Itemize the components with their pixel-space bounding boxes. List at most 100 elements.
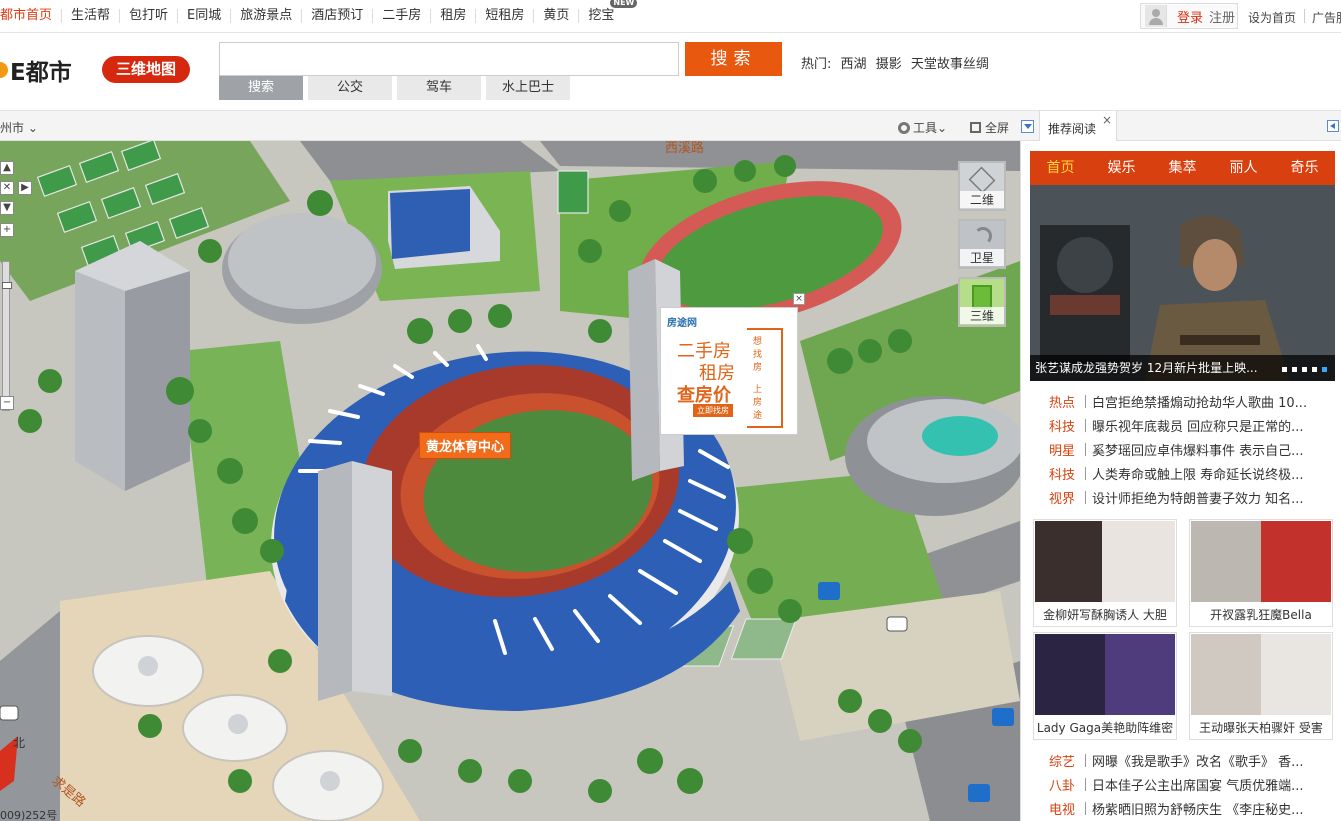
- news-title[interactable]: 杨紫晒旧照为舒畅庆生 《李庄秘史...: [1092, 799, 1304, 818]
- news-category[interactable]: 科技: [1049, 416, 1081, 435]
- tab-channel-fun[interactable]: 奇乐: [1274, 151, 1335, 185]
- fullscreen-icon: [970, 122, 981, 133]
- carousel-dot[interactable]: [1302, 367, 1307, 372]
- poi-label[interactable]: 黄龙体育中心: [419, 432, 512, 459]
- nav-item-yellow-pages[interactable]: 黄页: [534, 9, 580, 23]
- nav-item-home[interactable]: 都市首页: [0, 9, 63, 23]
- login-box: 登录 注册: [1140, 3, 1238, 29]
- photo-caption[interactable]: 金柳妍写酥胸诱人 大胆: [1034, 606, 1176, 623]
- fullscreen-button[interactable]: 全屏: [970, 119, 1009, 136]
- nav-item-short-rent[interactable]: 短租房: [476, 9, 535, 23]
- collapse-arrow-icon[interactable]: [1021, 120, 1034, 133]
- tab-search[interactable]: 搜索: [219, 76, 303, 100]
- photo-card[interactable]: 开衩露乳狂魔Bella: [1189, 519, 1333, 627]
- list-item[interactable]: 八卦 日本佳子公主出席国宴 气质优雅端...: [1049, 772, 1339, 796]
- news-title[interactable]: 曝乐视年底裁员 回应称只是正常的...: [1092, 416, 1304, 435]
- photo-card[interactable]: 王动曝张天柏骤奸 受害: [1189, 632, 1333, 740]
- search-tabs: 搜索 公交 驾车 水上巴士: [219, 76, 575, 100]
- news-category[interactable]: 视界: [1049, 488, 1081, 507]
- featured-image[interactable]: 张艺谋成龙强势贺岁 12月新片批量上映...: [1030, 185, 1335, 381]
- news-category[interactable]: 综艺: [1049, 751, 1081, 770]
- ads-link[interactable]: 广告服: [1312, 9, 1341, 26]
- news-title[interactable]: 日本佳子公主出席国宴 气质优雅端...: [1092, 775, 1304, 794]
- nav-item-travel[interactable]: 旅游景点: [231, 9, 303, 23]
- register-link[interactable]: 注册: [1209, 7, 1235, 26]
- news-title[interactable]: 网曝《我是歌手》改名《歌手》 香...: [1092, 751, 1304, 770]
- nav-item-treasure[interactable]: 挖宝 NEW: [579, 0, 638, 23]
- news-title[interactable]: 奚梦瑶回应卓伟爆料事件 表示自己...: [1092, 440, 1304, 459]
- pan-up-icon[interactable]: ▲: [0, 161, 14, 175]
- photo-caption[interactable]: Lady Gaga美艳助阵维密: [1034, 719, 1176, 736]
- set-homepage-link[interactable]: 设为首页: [1248, 9, 1296, 26]
- list-item[interactable]: 科技 曝乐视年底裁员 回应称只是正常的...: [1049, 413, 1339, 437]
- list-item[interactable]: 视界 设计师拒绝为特朗普妻子效力 知名...: [1049, 485, 1339, 509]
- login-link[interactable]: 登录: [1177, 7, 1203, 26]
- photo-caption[interactable]: 开衩露乳狂魔Bella: [1190, 606, 1332, 623]
- tab-bus[interactable]: 公交: [308, 76, 392, 100]
- search-button[interactable]: 搜索: [685, 42, 782, 76]
- tab-drive[interactable]: 驾车: [397, 76, 481, 100]
- nav-item-life[interactable]: 生活帮: [62, 9, 121, 23]
- photo-card[interactable]: 金柳妍写酥胸诱人 大胆: [1033, 519, 1177, 627]
- carousel-dot[interactable]: [1282, 367, 1287, 372]
- list-item[interactable]: 热点 白宫拒绝禁播煽动抢劫华人歌曲 10...: [1049, 389, 1339, 413]
- list-item[interactable]: 综艺 网曝《我是歌手》改名《歌手》 香...: [1049, 748, 1339, 772]
- floating-ad[interactable]: × 房途网 二手房 租房 查房价 立即找房 想找房 上房途: [660, 293, 805, 435]
- close-icon[interactable]: ×: [793, 293, 805, 305]
- nav-item-rent[interactable]: 租房: [431, 9, 477, 23]
- mode-2d-button[interactable]: 二维: [958, 161, 1006, 211]
- list-item[interactable]: 明星 奚梦瑶回应卓伟爆料事件 表示自己...: [1049, 437, 1339, 461]
- city-selector[interactable]: 州市 ⌄: [0, 119, 38, 136]
- hot-term[interactable]: 天堂故事丝绸: [911, 57, 989, 72]
- tab-channel-entertainment[interactable]: 娱乐: [1091, 151, 1152, 185]
- hot-searches: 热门: 西湖 摄影 天堂故事丝绸: [801, 53, 994, 72]
- tab-channel-home[interactable]: 首页: [1030, 151, 1091, 185]
- ad-button[interactable]: 立即找房: [693, 404, 733, 417]
- tab-recommended-reading[interactable]: 推荐阅读 ×: [1039, 111, 1117, 142]
- nav-item-ecity[interactable]: E同城: [178, 9, 232, 23]
- photo-caption[interactable]: 王动曝张天柏骤奸 受害: [1190, 719, 1332, 736]
- pan-right-icon[interactable]: ▶: [18, 181, 32, 195]
- site-logo[interactable]: E都市: [0, 53, 72, 87]
- tab-water-bus[interactable]: 水上巴士: [486, 76, 570, 100]
- divider: [1085, 418, 1086, 432]
- nav-item-secondhand-house[interactable]: 二手房: [373, 9, 432, 23]
- map-toolbar: 州市 ⌄ 工具 ⌄ 全屏 推荐阅读 ×: [0, 110, 1341, 142]
- news-title[interactable]: 设计师拒绝为特朗普妻子效力 知名...: [1092, 488, 1304, 507]
- news-category[interactable]: 科技: [1049, 464, 1081, 483]
- carousel-dot[interactable]: [1312, 367, 1317, 372]
- 3d-map-view[interactable]: ▲ ✕ ▶ ▼ + − 二维 卫星 三维 西溪路 求是路 黄龙体育中心 北 00…: [0, 141, 1020, 821]
- news-category[interactable]: 八卦: [1049, 775, 1081, 794]
- list-item[interactable]: 电视 杨紫晒旧照为舒畅庆生 《李庄秘史...: [1049, 796, 1339, 820]
- nav-item-hotel[interactable]: 酒店预订: [302, 9, 374, 23]
- 3d-map-badge[interactable]: 三维地图: [102, 56, 190, 83]
- ad-vertical-text: 上房途: [753, 385, 763, 421]
- close-icon[interactable]: ×: [1102, 113, 1112, 127]
- photo-thumbnail: [1035, 521, 1175, 602]
- carousel-dot[interactable]: [1292, 367, 1297, 372]
- panel-toggle-icon[interactable]: [1327, 120, 1339, 132]
- zoom-handle[interactable]: [2, 282, 12, 289]
- list-item[interactable]: 科技 人类寿命或触上限 寿命延长说终极...: [1049, 461, 1339, 485]
- zoom-in-icon[interactable]: +: [0, 223, 14, 237]
- pan-down-icon[interactable]: ▼: [0, 201, 14, 215]
- zoom-slider[interactable]: [2, 261, 12, 411]
- news-title[interactable]: 人类寿命或触上限 寿命延长说终极...: [1092, 464, 1304, 483]
- news-category[interactable]: 热点: [1049, 392, 1081, 411]
- news-title[interactable]: 白宫拒绝禁播煽动抢劫华人歌曲 10...: [1092, 392, 1307, 411]
- mode-satellite-button[interactable]: 卫星: [958, 219, 1006, 269]
- tab-channel-collection[interactable]: 集萃: [1152, 151, 1213, 185]
- mode-3d-button[interactable]: 三维: [958, 277, 1006, 327]
- photo-card[interactable]: Lady Gaga美艳助阵维密: [1033, 632, 1177, 740]
- news-category[interactable]: 电视: [1049, 799, 1081, 818]
- news-category[interactable]: 明星: [1049, 440, 1081, 459]
- tab-channel-beauty[interactable]: 丽人: [1213, 151, 1274, 185]
- hot-term[interactable]: 摄影: [876, 57, 902, 72]
- hot-term[interactable]: 西湖: [841, 57, 867, 72]
- tools-dropdown[interactable]: 工具 ⌄: [898, 119, 947, 136]
- pan-reset-icon[interactable]: ✕: [0, 181, 14, 195]
- search-input[interactable]: [219, 42, 679, 76]
- zoom-out-icon[interactable]: −: [0, 396, 14, 410]
- nav-item-ask[interactable]: 包打听: [120, 9, 179, 23]
- carousel-dot-active[interactable]: [1322, 367, 1327, 372]
